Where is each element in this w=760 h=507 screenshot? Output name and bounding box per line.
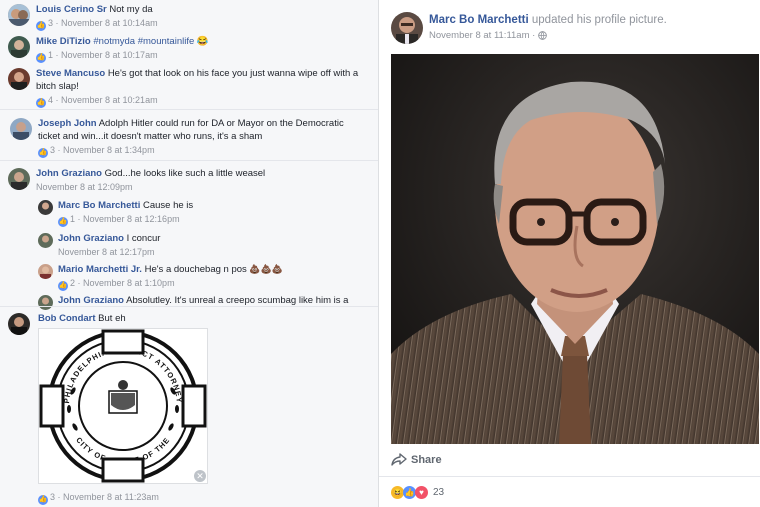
comment-body: Louis Cerino Sr Not my da bbox=[36, 3, 366, 16]
avatar[interactable] bbox=[8, 36, 30, 58]
comment-body: Steve Mancuso He's got that look on his … bbox=[36, 67, 366, 93]
like-icon: 👍 bbox=[36, 21, 46, 31]
profile-photo[interactable] bbox=[391, 54, 759, 444]
share-label: Share bbox=[411, 454, 442, 466]
comment-text: But eh bbox=[98, 313, 126, 324]
reactions-bar[interactable]: 😆 👍 ♥ 23 bbox=[379, 476, 760, 507]
reply-time[interactable]: November 8 at 1:10pm bbox=[83, 278, 175, 288]
like-icon: 👍 bbox=[58, 281, 68, 291]
district-attorney-seal-icon: PHILADELPHIA DISTRICT ATTORNEY CITY OF O… bbox=[39, 329, 207, 483]
comment-author[interactable]: John Graziano bbox=[36, 168, 102, 179]
post-time[interactable]: November 8 at 11:11am bbox=[429, 30, 530, 41]
comment-body: John Graziano God...he looks like such a… bbox=[36, 167, 366, 180]
reply-text: I concur bbox=[126, 233, 161, 244]
reply-meta: November 8 at 12:17pm bbox=[58, 246, 155, 258]
like-count[interactable]: 3 bbox=[48, 18, 53, 28]
avatar[interactable] bbox=[8, 313, 30, 335]
reply-author[interactable]: Marc Bo Marchetti bbox=[58, 200, 140, 211]
like-icon: 👍 bbox=[36, 98, 46, 108]
avatar[interactable] bbox=[38, 233, 53, 248]
comment-body: Bob Condart But eh bbox=[38, 312, 358, 325]
comment-meta: 👍 4 · November 8 at 10:21am bbox=[36, 95, 158, 108]
comment-author[interactable]: Louis Cerino Sr bbox=[36, 4, 107, 15]
like-count[interactable]: 1 bbox=[48, 50, 53, 60]
like-count[interactable]: 4 bbox=[48, 95, 53, 105]
reply-time[interactable]: November 8 at 12:17pm bbox=[58, 247, 155, 257]
post-meta: November 8 at 11:11am · bbox=[429, 30, 547, 43]
reply-time[interactable]: November 8 at 12:16pm bbox=[83, 214, 180, 224]
reply-body: Mario Marchetti Jr. He's a douchebag n p… bbox=[58, 263, 358, 276]
post-action: updated his profile picture. bbox=[531, 14, 667, 26]
poop-emoji-icon: 💩💩💩 bbox=[249, 264, 284, 274]
comment-text: Not my da bbox=[109, 4, 153, 15]
comment-time[interactable]: November 8 at 10:21am bbox=[61, 95, 158, 105]
reply-author[interactable]: John Graziano bbox=[58, 233, 124, 244]
comment-time[interactable]: November 8 at 10:14am bbox=[61, 18, 158, 28]
comment-meta: 👍 1 · November 8 at 10:17am bbox=[36, 50, 158, 63]
reaction-count[interactable]: 23 bbox=[433, 487, 444, 498]
like-count[interactable]: 2 bbox=[70, 278, 75, 288]
comment-thread: Louis Cerino Sr Not my da 👍 3 · November … bbox=[0, 0, 378, 507]
avatar[interactable] bbox=[38, 264, 53, 279]
reply-body: John Graziano I concur bbox=[58, 232, 358, 245]
comment-author[interactable]: Bob Condart bbox=[38, 313, 96, 324]
comment-text: God...he looks like such a little weasel bbox=[104, 168, 266, 179]
avatar[interactable] bbox=[8, 168, 30, 190]
comment-time[interactable]: November 8 at 12:09pm bbox=[36, 182, 133, 192]
like-count[interactable]: 3 bbox=[50, 492, 55, 502]
comment-meta: November 8 at 12:09pm bbox=[36, 181, 133, 193]
comment-time[interactable]: November 8 at 11:23am bbox=[63, 492, 159, 502]
comment-author[interactable]: Mike DiTizio bbox=[36, 36, 91, 47]
divider bbox=[0, 109, 378, 110]
globe-icon bbox=[538, 31, 547, 43]
reply-author[interactable]: John Graziano bbox=[58, 295, 124, 305]
comment-meta: 👍 3 · November 8 at 10:14am bbox=[36, 18, 158, 31]
reply-text: Cause he is bbox=[143, 200, 194, 211]
comment-time[interactable]: November 8 at 10:17am bbox=[61, 50, 158, 60]
like-count[interactable]: 1 bbox=[70, 214, 75, 224]
comment-text: #notmyda #mountainlife 😂 bbox=[93, 36, 209, 47]
post-author[interactable]: Marc Bo Marchetti bbox=[429, 14, 529, 26]
avatar[interactable] bbox=[391, 12, 423, 44]
like-count[interactable]: 3 bbox=[50, 145, 55, 155]
reply-body: John Graziano Absolutley. It's unreal a … bbox=[58, 294, 373, 305]
avatar[interactable] bbox=[38, 200, 53, 215]
comment-meta: 👍 3 · November 8 at 1:34pm bbox=[38, 145, 155, 158]
divider bbox=[0, 306, 378, 307]
comment-author[interactable]: Joseph John bbox=[38, 118, 97, 129]
reply-meta: 👍 1 · November 8 at 12:16pm bbox=[58, 214, 180, 227]
like-icon: 👍 bbox=[38, 148, 48, 158]
avatar[interactable] bbox=[10, 118, 32, 140]
close-icon[interactable]: ✕ bbox=[194, 470, 206, 482]
post-header: Marc Bo Marchetti updated his profile pi… bbox=[429, 14, 667, 26]
reply-author[interactable]: Mario Marchetti Jr. bbox=[58, 264, 142, 275]
love-reaction-icon: ♥ bbox=[415, 486, 428, 499]
attached-image[interactable]: PHILADELPHIA DISTRICT ATTORNEY CITY OF O… bbox=[38, 328, 208, 484]
avatar[interactable] bbox=[8, 68, 30, 90]
comment-body: Joseph John Adolph Hitler could run for … bbox=[38, 117, 363, 143]
reply-text: He's a douchebag n pos bbox=[144, 264, 247, 275]
avatar[interactable] bbox=[8, 4, 30, 26]
portrait-image bbox=[391, 54, 759, 444]
comment-time[interactable]: November 8 at 1:34pm bbox=[63, 145, 155, 155]
reply-body: Marc Bo Marchetti Cause he is bbox=[58, 199, 358, 212]
divider bbox=[0, 160, 378, 161]
comment-meta: 👍 3 · November 8 at 11:23am bbox=[38, 492, 159, 505]
share-icon bbox=[391, 453, 407, 470]
like-icon: 👍 bbox=[58, 217, 68, 227]
reply-text: Absolutley. It's unreal a creepo scumbag… bbox=[126, 295, 349, 305]
avatar[interactable] bbox=[38, 295, 53, 310]
comment-body: Mike DiTizio #notmyda #mountainlife 😂 bbox=[36, 35, 366, 48]
like-icon: 👍 bbox=[36, 53, 46, 63]
profile-picture-post: Marc Bo Marchetti updated his profile pi… bbox=[378, 0, 760, 507]
reply-meta: 👍 2 · November 8 at 1:10pm bbox=[58, 278, 175, 291]
comment-author[interactable]: Steve Mancuso bbox=[36, 68, 105, 79]
share-button[interactable]: Share bbox=[391, 450, 759, 472]
like-icon: 👍 bbox=[38, 495, 48, 505]
